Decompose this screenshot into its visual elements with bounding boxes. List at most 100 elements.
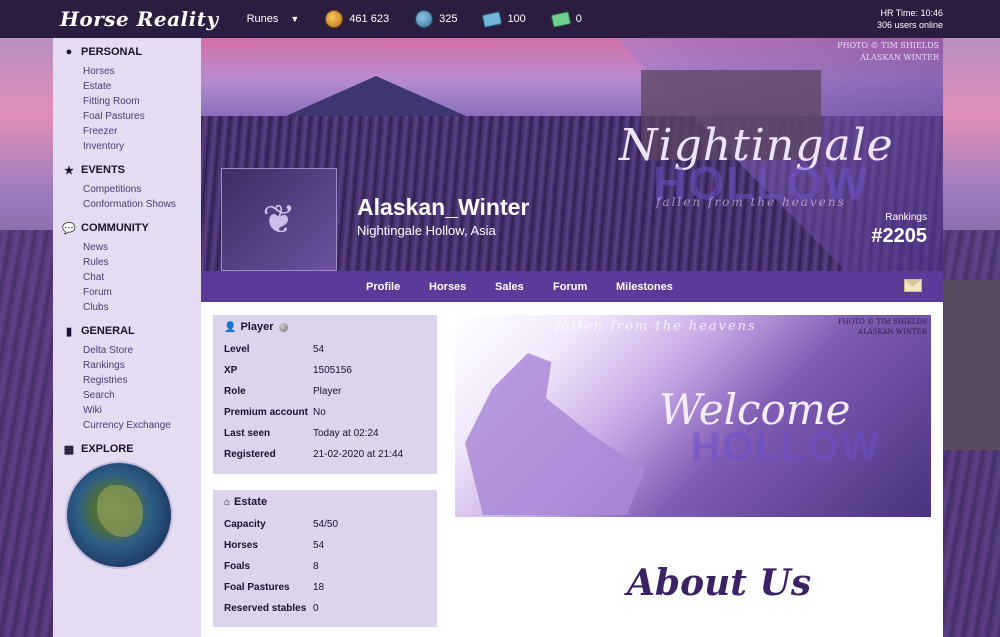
sidebar-items-general: Delta Store Rankings Registries Search W… <box>83 343 201 433</box>
currency-green-ticket-value: 0 <box>575 13 582 25</box>
site-logo[interactable]: Horse Reality <box>60 7 219 31</box>
estate-panel: ⌂ Estate Capacity 54/50 Horses 54 Foals 8 F… <box>213 490 437 627</box>
sidebar-item-wiki[interactable]: Wiki <box>83 403 201 418</box>
tab-milestones[interactable]: Milestones <box>616 281 673 293</box>
sidebar-item-foal-pastures[interactable]: Foal Pastures <box>83 109 201 124</box>
sidebar-item-inventory[interactable]: Inventory <box>83 139 201 154</box>
estate-panel-title: Estate <box>234 496 268 508</box>
rankings-value[interactable]: #2205 <box>837 225 927 248</box>
users-online: 306 users online <box>876 20 943 30</box>
profile-banner: PHOTO © TIM SHIELDS ALASKAN WINTER Night… <box>201 38 943 271</box>
row-label: Registered <box>224 449 276 460</box>
sidebar-item-forum[interactable]: Forum <box>83 285 201 300</box>
user-icon: 👤 <box>224 321 237 333</box>
sidebar-item-fitting-room[interactable]: Fitting Room <box>83 94 201 109</box>
hr-time: HR Time: 10:46 <box>880 8 943 18</box>
sidebar-section-personal: ● PERSONAL <box>63 46 201 58</box>
tab-horses[interactable]: Horses <box>429 281 466 293</box>
sidebar-item-chat[interactable]: Chat <box>83 270 201 285</box>
player-row-premium: Premium account No <box>224 402 426 423</box>
sidebar-item-competitions[interactable]: Competitions <box>83 182 201 197</box>
row-label: XP <box>224 365 238 376</box>
sidebar-item-delta-store[interactable]: Delta Store <box>83 343 201 358</box>
currency-blue-ticket[interactable]: 100 <box>482 10 526 28</box>
row-value: Player <box>313 386 342 397</box>
server-status: HR Time: 10:46 306 users online <box>877 7 943 31</box>
estate-row-foal-pastures: Foal Pastures 18 <box>224 577 426 598</box>
tab-forum[interactable]: Forum <box>553 281 587 293</box>
blue-ticket-icon <box>482 10 503 28</box>
sidebar-item-conformation-shows[interactable]: Conformation Shows <box>83 197 201 212</box>
estate-row-horses: Horses 54 <box>224 535 426 556</box>
tab-profile[interactable]: Profile <box>366 281 400 293</box>
welcome-photo-credit-line2: ALASKAN WINTER <box>857 328 927 336</box>
row-value: 8 <box>313 561 319 572</box>
row-value: 0 <box>313 603 319 614</box>
runes-dropdown[interactable]: Runes ▼ <box>247 13 300 25</box>
banner-tagline: fallen from the heavens <box>656 195 846 209</box>
row-value: 21-02-2020 at 21:44 <box>313 449 404 460</box>
currency-gold-value: 461 623 <box>349 13 390 25</box>
sidebar-item-currency-exchange[interactable]: Currency Exchange <box>83 418 201 433</box>
bookmark-icon: ▮ <box>65 325 73 338</box>
player-row-role: Role Player <box>224 381 426 402</box>
world-map-globe[interactable] <box>65 461 173 569</box>
row-label: Horses <box>224 540 258 551</box>
status-dot-icon <box>279 322 289 332</box>
profile-nav: Profile Horses Sales Forum Milestones <box>201 271 943 302</box>
player-row-level: Level 54 <box>224 339 426 360</box>
welcome-photo-credit: PHOTO © TIM SHIELDS ALASKAN WINTER <box>838 317 927 337</box>
sidebar-item-clubs[interactable]: Clubs <box>83 300 201 315</box>
estate-row-capacity: Capacity 54/50 <box>224 514 426 535</box>
player-panel-header: 👤 Player <box>224 321 426 333</box>
estate-row-foals: Foals 8 <box>224 556 426 577</box>
wp-coin-icon <box>415 10 434 28</box>
player-row-registered: Registered 21-02-2020 at 21:44 <box>224 444 426 465</box>
currency-green-ticket[interactable]: 0 <box>550 10 582 28</box>
sidebar-item-news[interactable]: News <box>83 240 201 255</box>
sidebar-section-title: GENERAL <box>81 325 135 337</box>
row-label: Foal Pastures <box>224 582 290 593</box>
runes-label: Runes <box>246 13 279 25</box>
row-label: Last seen <box>224 428 271 439</box>
row-value: Today at 02:24 <box>313 428 379 439</box>
row-label: Reserved stables <box>224 603 307 614</box>
banner-photo-credit-line2: ALASKAN WINTER <box>860 53 939 62</box>
sidebar-item-horses[interactable]: Horses <box>83 64 201 79</box>
tab-sales[interactable]: Sales <box>495 281 524 293</box>
currency-gold[interactable]: 461 623 <box>325 10 389 28</box>
sidebar-section-general: ▮ GENERAL <box>63 325 201 338</box>
row-label: Level <box>224 344 250 355</box>
row-value: 54 <box>313 540 325 551</box>
estate-panel-header: ⌂ Estate <box>224 496 426 508</box>
sidebar-section-title: EXPLORE <box>81 443 134 455</box>
main-content: PHOTO © TIM SHIELDS ALASKAN WINTER Night… <box>201 38 943 637</box>
currency-wp[interactable]: 325 <box>415 10 457 28</box>
home-icon: ⌂ <box>224 496 231 508</box>
estate-row-reserved-stables: Reserved stables 0 <box>224 598 426 619</box>
sidebar-items-events: Competitions Conformation Shows <box>83 182 201 212</box>
username: Alaskan_Winter <box>357 194 530 220</box>
player-panel: 👤 Player Level 54 XP 1505156 Role Player Pr… <box>213 315 437 474</box>
row-label: Foals <box>224 561 251 572</box>
sidebar-item-search[interactable]: Search <box>83 388 201 403</box>
mail-icon[interactable] <box>904 279 922 292</box>
background-barn <box>942 280 1000 450</box>
sidebar-item-freezer[interactable]: Freezer <box>83 124 201 139</box>
player-panel-title: Player <box>240 321 274 333</box>
sidebar-items-community: News Rules Chat Forum Clubs <box>83 240 201 315</box>
row-label: Role <box>224 386 246 397</box>
welcome-ghost-text: HOLLOW <box>691 425 881 469</box>
caret-down-icon: ▼ <box>290 14 300 24</box>
about-us-heading: About Us <box>627 562 812 604</box>
sidebar-item-rules[interactable]: Rules <box>83 255 201 270</box>
user-circle-icon: ● <box>65 46 73 58</box>
sidebar-item-estate[interactable]: Estate <box>83 79 201 94</box>
sidebar-section-title: COMMUNITY <box>81 222 149 234</box>
player-row-last-seen: Last seen Today at 02:24 <box>224 423 426 444</box>
sidebar-section-events: ★ EVENTS <box>63 164 201 177</box>
sidebar-item-rankings[interactable]: Rankings <box>83 358 201 373</box>
welcome-photo-credit-line1: PHOTO © TIM SHIELDS <box>837 318 927 326</box>
sidebar-item-registries[interactable]: Registries <box>83 373 201 388</box>
welcome-tagline: fallen from the heavens <box>555 319 757 334</box>
